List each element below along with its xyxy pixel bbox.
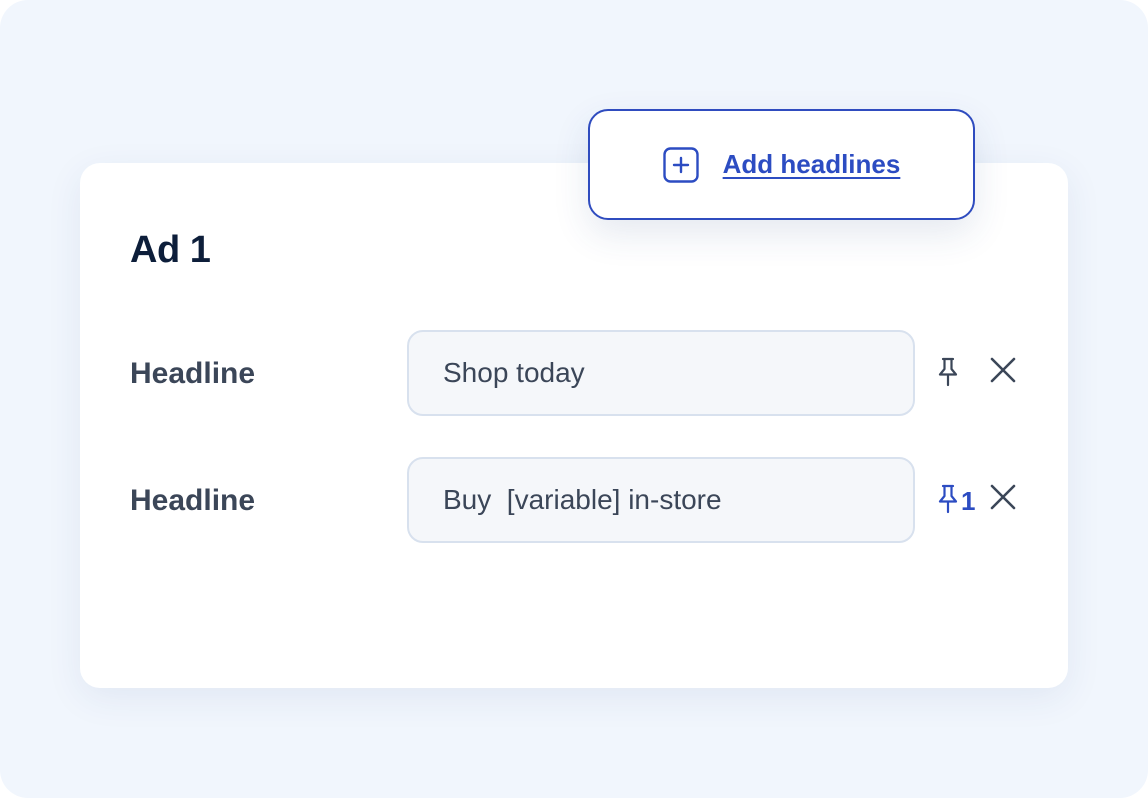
headline-input[interactable]: Buy [variable] in-store <box>407 457 915 543</box>
headline-input-value: Buy [variable] in-store <box>443 484 722 515</box>
headline-row: Headline Shop today <box>80 330 1068 418</box>
pin-icon <box>936 356 960 393</box>
add-headlines-button[interactable]: Add headlines <box>588 109 975 220</box>
pin-button[interactable]: 1 <box>936 483 975 519</box>
remove-button[interactable] <box>985 481 1021 517</box>
headline-input-value: Shop today <box>443 357 585 388</box>
pin-button[interactable] <box>936 356 961 392</box>
plus-square-icon <box>662 146 699 183</box>
headline-label: Headline <box>130 484 256 517</box>
ad-title: Ad 1 <box>130 229 211 271</box>
add-headlines-link[interactable]: Add headlines <box>723 149 901 180</box>
headline-row: Headline Buy [variable] in-store 1 <box>80 457 1068 545</box>
page-background: Ad 1 Headline Shop today Headline Buy [v… <box>0 0 1148 798</box>
headline-label: Headline <box>130 357 256 390</box>
headline-input[interactable]: Shop today <box>407 330 915 416</box>
pin-icon <box>936 483 960 520</box>
pin-count: 1 <box>961 486 976 516</box>
ad-card: Ad 1 Headline Shop today Headline Buy [v… <box>80 163 1068 688</box>
remove-button[interactable] <box>985 354 1021 390</box>
close-icon <box>988 482 1018 517</box>
close-icon <box>988 355 1018 390</box>
